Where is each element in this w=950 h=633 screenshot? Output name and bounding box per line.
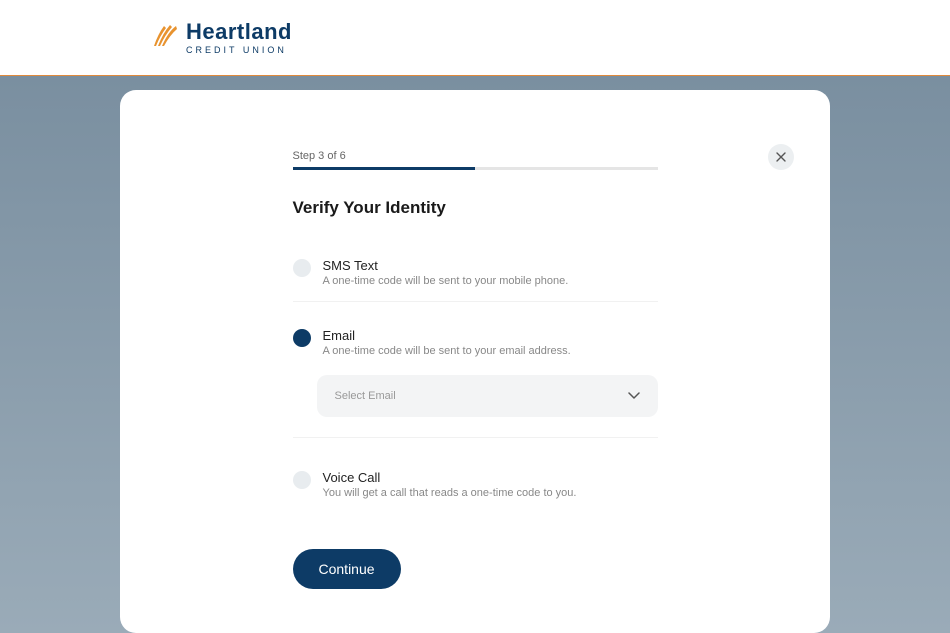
email-select-placeholder: Select Email	[335, 390, 396, 402]
option-sms-label: SMS Text	[323, 258, 658, 273]
chevron-down-icon	[628, 387, 640, 405]
option-email[interactable]: Email A one-time code will be sent to yo…	[293, 308, 658, 365]
radio-voice[interactable]	[293, 471, 311, 489]
option-voice-desc: You will get a call that reads a one-tim…	[323, 487, 658, 499]
continue-button[interactable]: Continue	[293, 549, 401, 589]
radio-email[interactable]	[293, 329, 311, 347]
page-background: Step 3 of 6 Verify Your Identity SMS Tex…	[0, 76, 950, 633]
logo-icon	[150, 20, 180, 55]
close-icon	[776, 152, 786, 162]
brand-logo: Heartland CREDIT UNION	[150, 20, 292, 55]
option-sms[interactable]: SMS Text A one-time code will be sent to…	[293, 250, 658, 302]
close-button[interactable]	[768, 144, 794, 170]
brand-sub: CREDIT UNION	[186, 45, 292, 55]
option-email-desc: A one-time code will be sent to your ema…	[323, 345, 658, 357]
option-sms-desc: A one-time code will be sent to your mob…	[323, 275, 658, 287]
radio-sms[interactable]	[293, 259, 311, 277]
brand-name: Heartland	[186, 21, 292, 43]
option-voice-label: Voice Call	[323, 470, 658, 485]
option-email-label: Email	[323, 328, 658, 343]
step-label: Step 3 of 6	[293, 150, 658, 162]
option-voice[interactable]: Voice Call You will get a call that read…	[293, 462, 658, 513]
email-select[interactable]: Select Email	[317, 375, 658, 417]
page-title: Verify Your Identity	[293, 198, 658, 218]
progress-bar	[293, 167, 658, 170]
header: Heartland CREDIT UNION	[0, 0, 950, 76]
modal-card: Step 3 of 6 Verify Your Identity SMS Tex…	[120, 90, 830, 633]
progress-fill	[293, 167, 476, 170]
